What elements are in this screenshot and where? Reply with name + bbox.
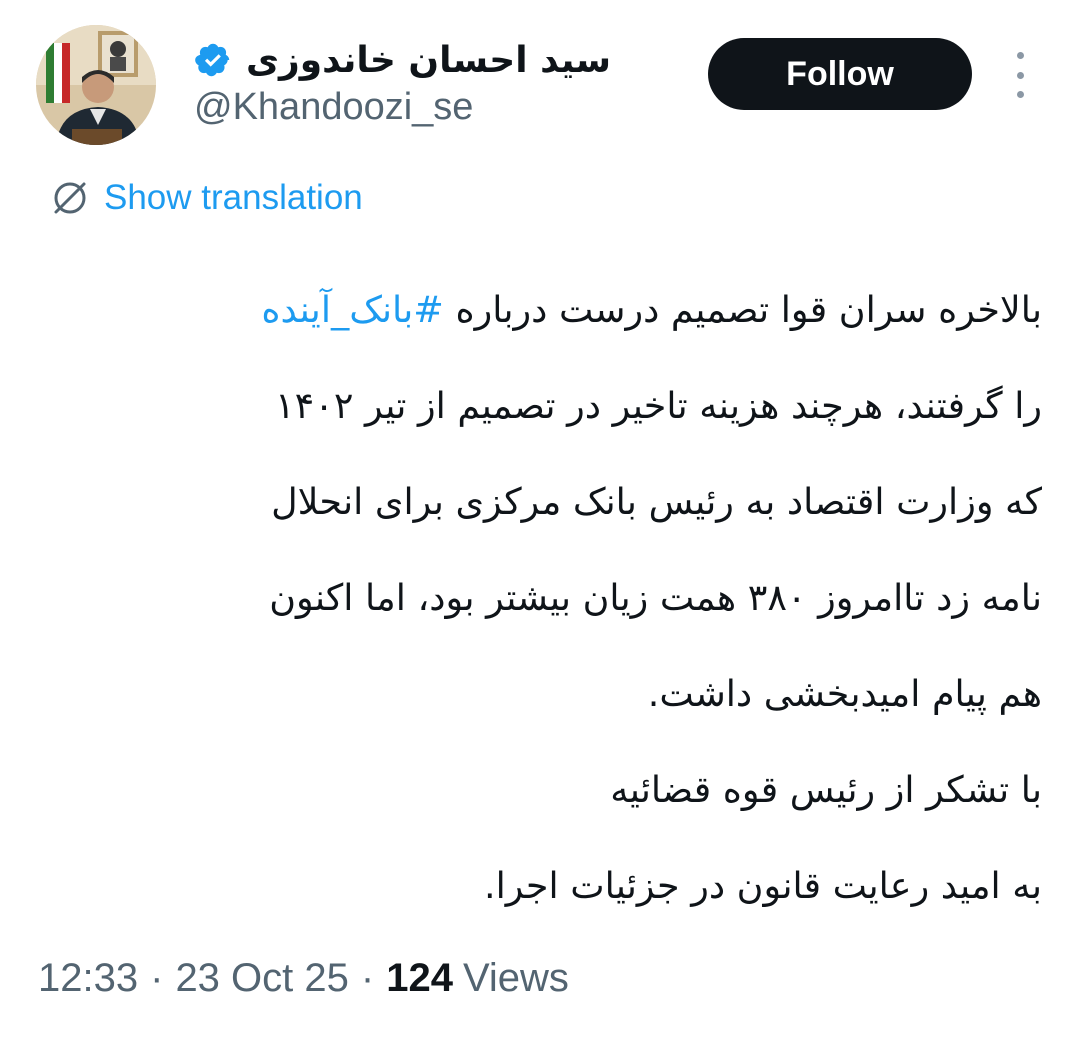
more-vertical-icon[interactable]	[1006, 52, 1034, 98]
tweet-time[interactable]: 12:33	[38, 956, 138, 1001]
avatar[interactable]	[36, 25, 156, 145]
follow-button[interactable]: Follow	[708, 38, 972, 110]
verified-badge-icon	[194, 41, 232, 79]
tweet-line-1-text: بالاخره سران قوا تصمیم درست درباره	[443, 288, 1043, 331]
meta-separator: ·	[150, 956, 164, 1000]
hashtag-link[interactable]: #بانک_آینده	[261, 288, 444, 331]
views-count[interactable]: 124	[386, 956, 453, 1001]
tweet-line-2: را گرفتند، هرچند هزینه تاخیر در تصمیم از…	[275, 384, 1042, 427]
author-handle[interactable]: @Khandoozi_se	[194, 86, 473, 129]
tweet-date[interactable]: 23 Oct 25	[175, 956, 348, 1001]
author-display-name[interactable]: سید احسان خاندوزی	[246, 40, 611, 81]
show-translation-label[interactable]: Show translation	[104, 178, 363, 218]
translate-globe-icon	[48, 176, 92, 220]
tweet-text: بالاخره سران قوا تصمیم درست درباره #بانک…	[52, 262, 1042, 934]
tweet-line-4: نامه زد تاامروز ۳۸۰ همت زیان بیشتر بود، …	[269, 576, 1042, 619]
tweet-line-1: بالاخره سران قوا تصمیم درست درباره #بانک…	[52, 262, 1042, 358]
tweet-line-7: به امید رعایت قانون در جزئیات اجرا.	[484, 864, 1042, 907]
tweet-line-6: با تشکر از رئیس قوه قضائیه	[610, 768, 1042, 811]
meta-separator: ·	[360, 956, 375, 1000]
profile-photo	[36, 25, 156, 145]
tweet-line-3: که وزارت اقتصاد به رئیس بانک مرکزی برای …	[271, 480, 1042, 523]
views-label[interactable]: Views	[463, 956, 569, 1001]
author-name-row[interactable]: سید احسان خاندوزی	[194, 38, 611, 82]
tweet-meta: 12:33 · 23 Oct 25 · 124 Views	[38, 956, 569, 1001]
tweet-line-5: هم پیام امیدبخشی داشت.	[647, 672, 1042, 715]
show-translation-link[interactable]: Show translation	[48, 172, 363, 224]
